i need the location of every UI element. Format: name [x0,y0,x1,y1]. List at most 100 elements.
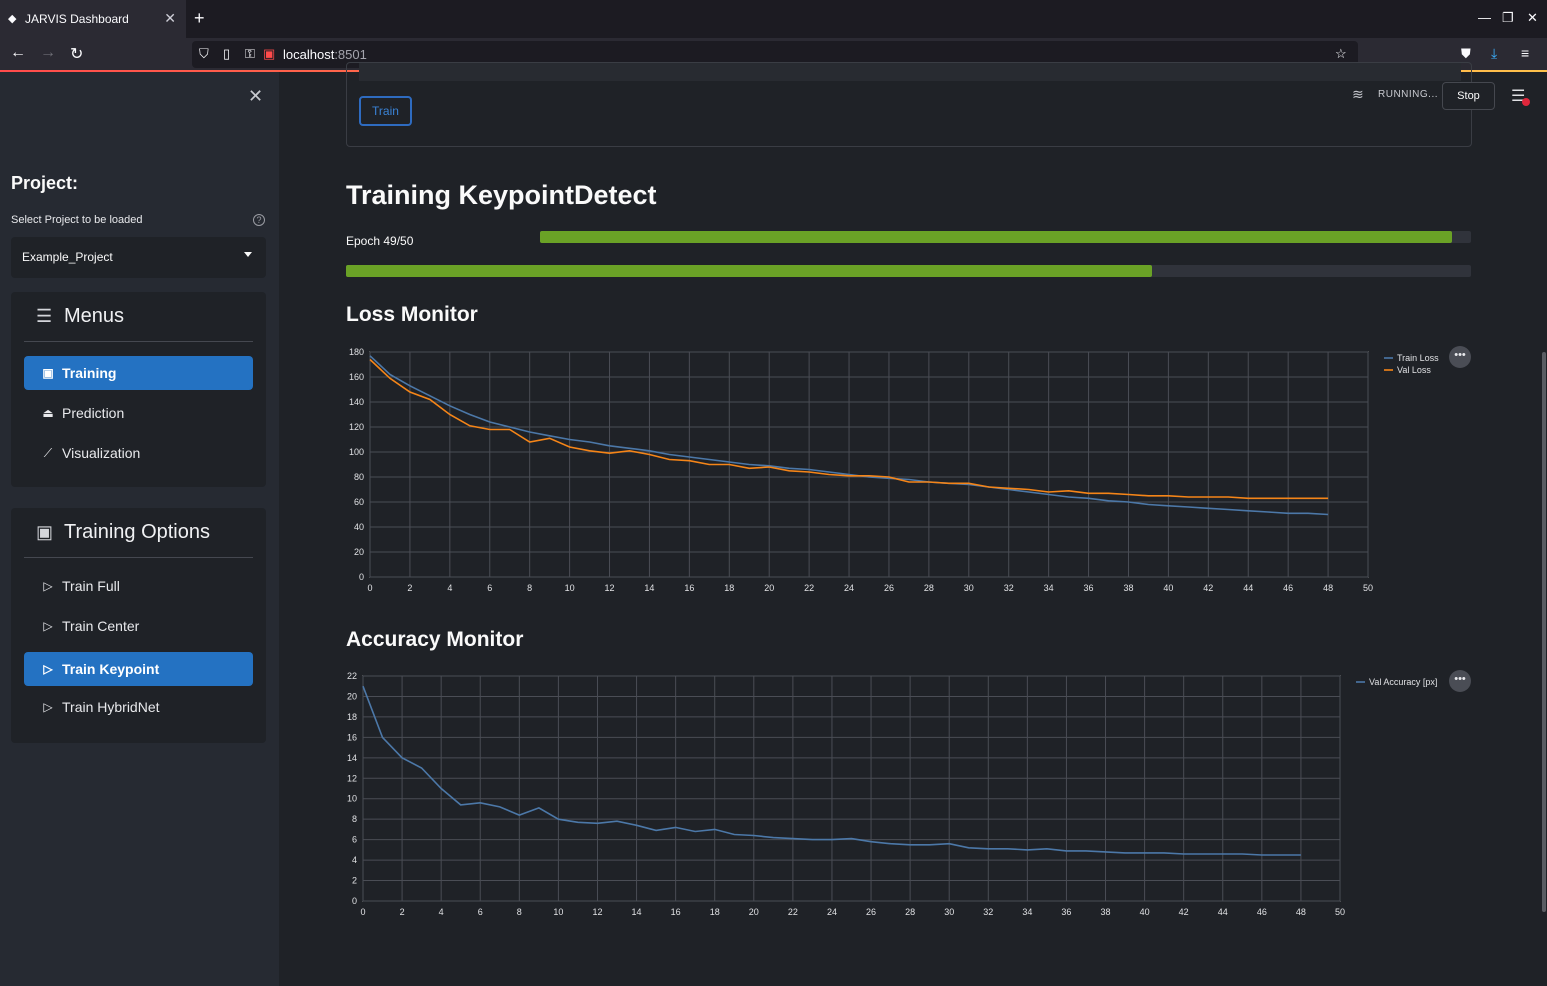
option-train-keypoint[interactable]: ▷ Train Keypoint [24,652,253,686]
menu-item-visualization[interactable]: ⟋ Visualization [24,436,253,470]
epoch-label: Epoch 49/50 [346,234,414,248]
y-tick-label: 120 [349,422,364,432]
legend-label: Val Loss [1397,365,1431,375]
running-status: RUNNING... [1378,89,1438,100]
close-window-icon[interactable]: ✕ [1527,10,1538,26]
x-tick-label: 24 [844,583,854,593]
train-button[interactable]: Train [359,96,412,126]
prediction-icon: ⏏ [42,406,54,420]
x-tick-label: 32 [1004,583,1014,593]
hamburger-icon: ☰ [36,306,53,326]
x-tick-label: 18 [724,583,734,593]
browser-menu-icon[interactable]: ≡ [1521,45,1529,61]
y-tick-label: 60 [354,497,364,507]
notification-dot [1522,98,1530,106]
y-tick-label: 0 [359,572,364,582]
y-tick-label: 180 [349,347,364,357]
accuracy-monitor-title: Accuracy Monitor [346,628,524,651]
menu-item-training[interactable]: ▣ Training [24,356,253,390]
new-tab-icon[interactable]: + [194,8,205,29]
option-train-center[interactable]: ▷ Train Center [24,609,253,643]
permissions-icon[interactable]: ⚿ [245,46,255,62]
x-tick-label: 12 [592,907,602,917]
browser-tab-bar: ◆ JARVIS Dashboard ✕ + — ❐ ✕ [0,0,1547,38]
option-label: Train Full [62,578,120,594]
scrollbar-thumb[interactable] [1542,352,1546,912]
option-label: Train Center [62,618,140,634]
legend-label: Train Loss [1397,353,1439,363]
y-tick-label: 12 [347,773,357,783]
x-tick-label: 44 [1218,907,1228,917]
bookmark-star-icon[interactable]: ☆ [1335,46,1347,62]
restore-icon[interactable]: ❐ [1502,10,1514,26]
x-tick-label: 36 [1084,583,1094,593]
y-tick-label: 2 [352,876,357,886]
y-tick-label: 160 [349,372,364,382]
x-tick-label: 22 [804,583,814,593]
y-tick-label: 8 [352,814,357,824]
back-icon[interactable]: ← [10,44,26,62]
play-outline-icon: ▷ [43,619,53,633]
x-tick-label: 30 [944,907,954,917]
x-tick-label: 36 [1061,907,1071,917]
training-icon: ▣ [42,366,54,380]
x-tick-label: 50 [1363,583,1373,593]
blocked-icon[interactable]: ▣ [263,46,275,62]
page-icon[interactable]: ▯ [223,46,230,62]
x-tick-label: 44 [1243,583,1253,593]
overall-progress-fill [346,265,1152,277]
menu-item-prediction[interactable]: ⏏ Prediction [24,396,253,430]
x-tick-label: 22 [788,907,798,917]
x-tick-label: 8 [517,907,522,917]
menu-item-label: Visualization [62,445,141,461]
option-train-full[interactable]: ▷ Train Full [24,569,253,603]
x-tick-label: 34 [1022,907,1032,917]
url-text: localhost:8501 [283,47,367,62]
y-tick-label: 140 [349,397,364,407]
option-label: Train Keypoint [62,661,160,677]
forward-icon[interactable]: → [40,44,56,62]
x-tick-label: 30 [964,583,974,593]
caret-down-icon [244,252,252,257]
x-tick-label: 40 [1140,907,1150,917]
option-train-hybridnet[interactable]: ▷ Train HybridNet [24,690,253,724]
page-scrollbar[interactable] [1541,72,1547,986]
close-sidebar-icon[interactable]: ✕ [248,86,263,107]
x-tick-label: 32 [983,907,993,917]
browser-tab[interactable]: ◆ JARVIS Dashboard ✕ [0,0,186,38]
pocket-icon[interactable]: ⛊ [1461,46,1471,62]
help-icon[interactable]: ? [253,214,265,226]
x-tick-label: 42 [1203,583,1213,593]
close-tab-icon[interactable]: ✕ [164,10,176,27]
project-select[interactable]: Example_Project [11,237,266,278]
x-tick-label: 26 [884,583,894,593]
chart-actions-icon[interactable]: ••• [1449,346,1471,368]
x-tick-label: 6 [478,907,483,917]
x-tick-label: 10 [553,907,563,917]
download-icon[interactable]: ⤓ [1491,45,1497,62]
minimize-icon[interactable]: — [1478,10,1491,25]
stop-button[interactable]: Stop [1442,82,1495,110]
y-tick-label: 20 [347,691,357,701]
y-tick-label: 40 [354,522,364,532]
x-tick-label: 50 [1335,907,1345,917]
x-tick-label: 0 [367,583,372,593]
loss-monitor-title: Loss Monitor [346,303,478,326]
accuracy-chart: 0 2 4 6 8 10 12 14 16 18 20 22 24 26 28 30 32 34 36 38 40 42 4… [347,671,1437,917]
x-tick-label: 46 [1257,907,1267,917]
menu-item-label: Training [62,365,117,381]
project-select-value: Example_Project [22,250,113,264]
chart-actions-icon[interactable]: ••• [1449,670,1471,692]
y-tick-label: 4 [352,855,357,865]
x-tick-label: 20 [749,907,759,917]
y-tick-label: 10 [347,794,357,804]
x-tick-label: 38 [1101,907,1111,917]
shield-icon[interactable]: ⛉ [199,46,209,62]
reload-icon[interactable]: ↻ [70,44,83,64]
x-tick-label: 48 [1296,907,1306,917]
app-favicon-icon: ◆ [8,12,17,25]
x-tick-label: 14 [644,583,654,593]
x-tick-label: 20 [764,583,774,593]
page-title: Training KeypointDetect [346,180,657,210]
form-field[interactable] [359,63,1461,81]
